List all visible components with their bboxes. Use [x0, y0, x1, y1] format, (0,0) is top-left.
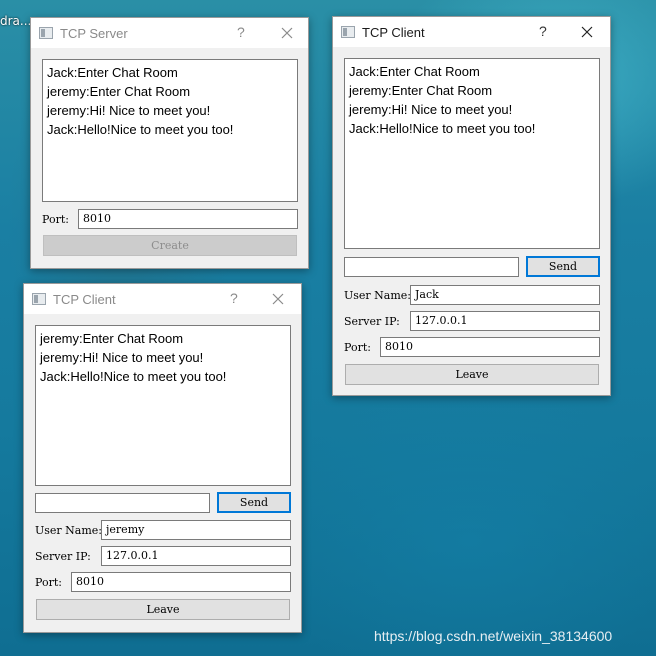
- help-button[interactable]: ?: [539, 23, 547, 39]
- desktop-icon-label[interactable]: dra...: [0, 14, 31, 28]
- username-label: User Name:: [35, 524, 103, 537]
- leave-button[interactable]: Leave: [345, 364, 599, 385]
- close-icon[interactable]: [577, 22, 597, 42]
- server-ip-label: Server IP:: [344, 315, 400, 328]
- client-jeremy-title: TCP Client: [53, 291, 116, 307]
- app-icon: [39, 27, 53, 39]
- chat-message: jeremy:Hi! Nice to meet you!: [349, 102, 513, 117]
- tcp-client-jack-window: TCP Client ? Jack:Enter Chat Room jeremy…: [332, 16, 611, 396]
- help-button[interactable]: ?: [237, 24, 245, 40]
- chat-message: Jack:Hello!Nice to meet you too!: [40, 369, 227, 384]
- port-input[interactable]: 8010: [78, 209, 298, 229]
- help-button[interactable]: ?: [230, 290, 238, 306]
- client-jeremy-titlebar[interactable]: TCP Client ?: [24, 284, 301, 314]
- chat-message: Jack:Hello!Nice to meet you too!: [349, 121, 536, 136]
- app-icon: [341, 26, 355, 38]
- create-button[interactable]: Create: [43, 235, 297, 256]
- tcp-client-jeremy-window: TCP Client ? jeremy:Enter Chat Room jere…: [23, 283, 302, 633]
- port-input[interactable]: 8010: [71, 572, 291, 592]
- username-input[interactable]: jeremy: [101, 520, 291, 540]
- server-titlebar[interactable]: TCP Server ?: [31, 18, 308, 48]
- leave-button[interactable]: Leave: [36, 599, 290, 620]
- client-jeremy-chat-log[interactable]: jeremy:Enter Chat Room jeremy:Hi! Nice t…: [35, 325, 291, 486]
- server-chat-log[interactable]: Jack:Enter Chat Room jeremy:Enter Chat R…: [42, 59, 298, 202]
- message-input[interactable]: [344, 257, 519, 277]
- chat-message: jeremy:Enter Chat Room: [47, 84, 191, 99]
- server-title: TCP Server: [60, 25, 128, 41]
- chat-message: Jack:Enter Chat Room: [349, 64, 480, 79]
- username-label: User Name:: [344, 289, 412, 302]
- server-ip-input[interactable]: 127.0.0.1: [410, 311, 600, 331]
- port-label: Port:: [344, 341, 371, 354]
- message-input[interactable]: [35, 493, 210, 513]
- watermark: https://blog.csdn.net/weixin_38134600: [374, 628, 613, 644]
- chat-message: jeremy:Enter Chat Room: [349, 83, 493, 98]
- client-jack-title: TCP Client: [362, 24, 425, 40]
- username-input[interactable]: Jack: [410, 285, 600, 305]
- close-icon[interactable]: [268, 289, 288, 309]
- client-jack-titlebar[interactable]: TCP Client ?: [333, 17, 610, 47]
- close-icon[interactable]: [277, 23, 297, 43]
- chat-message: Jack:Hello!Nice to meet you too!: [47, 122, 234, 137]
- chat-message: jeremy:Hi! Nice to meet you!: [47, 103, 211, 118]
- port-label: Port:: [42, 213, 69, 226]
- chat-message: jeremy:Hi! Nice to meet you!: [40, 350, 204, 365]
- port-input[interactable]: 8010: [380, 337, 600, 357]
- send-button[interactable]: Send: [217, 492, 291, 513]
- chat-message: jeremy:Enter Chat Room: [40, 331, 184, 346]
- server-ip-input[interactable]: 127.0.0.1: [101, 546, 291, 566]
- port-label: Port:: [35, 576, 62, 589]
- tcp-server-window: TCP Server ? Jack:Enter Chat Room jeremy…: [30, 17, 309, 269]
- send-button[interactable]: Send: [526, 256, 600, 277]
- app-icon: [32, 293, 46, 305]
- client-jack-chat-log[interactable]: Jack:Enter Chat Room jeremy:Enter Chat R…: [344, 58, 600, 249]
- chat-message: Jack:Enter Chat Room: [47, 65, 178, 80]
- server-ip-label: Server IP:: [35, 550, 91, 563]
